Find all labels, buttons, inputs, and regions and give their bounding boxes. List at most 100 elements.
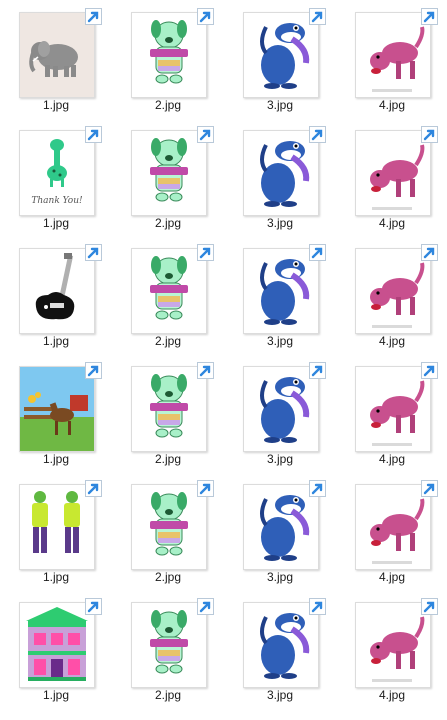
horse-farm-icon — [20, 367, 94, 451]
file-name: 2.jpg — [154, 98, 182, 112]
shortcut-arrow-icon — [309, 244, 326, 261]
file-item[interactable]: 2.jpg — [112, 472, 224, 590]
shortcut-arrow-icon — [85, 8, 102, 25]
shortcut-arrow-icon — [421, 244, 438, 261]
thumbnail — [131, 366, 207, 452]
file-item[interactable]: 3.jpg — [224, 590, 336, 708]
file-item[interactable]: 3.jpg — [224, 118, 336, 236]
file-item[interactable]: 2.jpg — [112, 0, 224, 118]
shortcut-arrow-icon — [197, 480, 214, 497]
file-name: 1.jpg — [42, 334, 70, 348]
file-item[interactable]: 3.jpg — [224, 236, 336, 354]
thumbnail: Thank You! — [19, 130, 95, 216]
shortcut-arrow-icon — [85, 244, 102, 261]
thumbnail — [243, 484, 319, 570]
thumbnail — [243, 248, 319, 334]
thumbnail — [131, 248, 207, 334]
puppy-icon — [132, 13, 206, 97]
shortcut-arrow-icon — [197, 598, 214, 615]
thumbnail — [19, 248, 95, 334]
file-item[interactable]: 4.jpg — [336, 0, 447, 118]
file-item[interactable]: 3.jpg — [224, 0, 336, 118]
thumbnail — [243, 602, 319, 688]
shortcut-arrow-icon — [85, 598, 102, 615]
file-name: 4.jpg — [378, 452, 406, 466]
puppy-icon — [132, 131, 206, 215]
thumbnail — [355, 130, 431, 216]
file-name: 2.jpg — [154, 688, 182, 702]
pink-dog-icon — [356, 249, 430, 333]
file-name: 3.jpg — [266, 98, 294, 112]
file-grid: 1.jpg 2.jpg 3.jpg 4.jpg Thank You! 1.jpg… — [0, 0, 447, 720]
thumbnail — [243, 12, 319, 98]
file-name: 4.jpg — [378, 216, 406, 230]
file-name: 3.jpg — [266, 452, 294, 466]
shortcut-arrow-icon — [309, 8, 326, 25]
file-name: 3.jpg — [266, 216, 294, 230]
thumbnail — [19, 366, 95, 452]
pink-dog-icon — [356, 131, 430, 215]
thumbnail — [355, 12, 431, 98]
pink-dog-icon — [356, 367, 430, 451]
shortcut-arrow-icon — [309, 480, 326, 497]
file-item[interactable]: 2.jpg — [112, 590, 224, 708]
file-name: 1.jpg — [42, 452, 70, 466]
thumbnail — [19, 12, 95, 98]
thumbnail — [131, 602, 207, 688]
pink-dog-icon — [356, 485, 430, 569]
file-item[interactable]: 1.jpg — [0, 472, 112, 590]
thumbnail — [243, 130, 319, 216]
shortcut-arrow-icon — [85, 362, 102, 379]
file-name: 1.jpg — [42, 570, 70, 584]
file-name: 3.jpg — [266, 334, 294, 348]
file-item[interactable]: 3.jpg — [224, 354, 336, 472]
file-name: 4.jpg — [378, 334, 406, 348]
elephant-icon — [20, 13, 94, 97]
puppy-icon — [132, 603, 206, 687]
file-item[interactable]: 3.jpg — [224, 472, 336, 590]
file-name: 1.jpg — [42, 98, 70, 112]
thumbnail — [131, 130, 207, 216]
guitar-icon — [20, 249, 94, 333]
blue-dog-icon — [244, 249, 318, 333]
blue-dog-icon — [244, 603, 318, 687]
file-name: 2.jpg — [154, 334, 182, 348]
shortcut-arrow-icon — [421, 126, 438, 143]
puppy-icon — [132, 367, 206, 451]
file-item[interactable]: 4.jpg — [336, 354, 447, 472]
thumbnail — [355, 602, 431, 688]
giraffe-icon: Thank You! — [20, 131, 94, 215]
blue-dog-icon — [244, 367, 318, 451]
file-item[interactable]: 4.jpg — [336, 472, 447, 590]
file-item[interactable]: 1.jpg — [0, 590, 112, 708]
file-name: 3.jpg — [266, 688, 294, 702]
file-name: 3.jpg — [266, 570, 294, 584]
file-name: 2.jpg — [154, 216, 182, 230]
green-men-icon — [20, 485, 94, 569]
file-item[interactable]: 2.jpg — [112, 354, 224, 472]
thumbnail — [355, 366, 431, 452]
file-item[interactable]: 2.jpg — [112, 118, 224, 236]
file-item[interactable]: 4.jpg — [336, 118, 447, 236]
file-name: 2.jpg — [154, 570, 182, 584]
thumbnail — [243, 366, 319, 452]
file-item[interactable]: 4.jpg — [336, 590, 447, 708]
thumbnail — [131, 484, 207, 570]
shortcut-arrow-icon — [309, 598, 326, 615]
file-item[interactable]: 4.jpg — [336, 236, 447, 354]
shortcut-arrow-icon — [421, 598, 438, 615]
shortcut-arrow-icon — [197, 126, 214, 143]
file-item[interactable]: 2.jpg — [112, 236, 224, 354]
file-item[interactable]: 1.jpg — [0, 236, 112, 354]
file-name: 4.jpg — [378, 688, 406, 702]
file-item[interactable]: Thank You! 1.jpg — [0, 118, 112, 236]
shortcut-arrow-icon — [309, 362, 326, 379]
file-name: 2.jpg — [154, 452, 182, 466]
blue-dog-icon — [244, 485, 318, 569]
file-item[interactable]: 1.jpg — [0, 0, 112, 118]
shortcut-arrow-icon — [421, 362, 438, 379]
shortcut-arrow-icon — [309, 126, 326, 143]
file-item[interactable]: 1.jpg — [0, 354, 112, 472]
shortcut-arrow-icon — [197, 244, 214, 261]
file-name: 4.jpg — [378, 98, 406, 112]
